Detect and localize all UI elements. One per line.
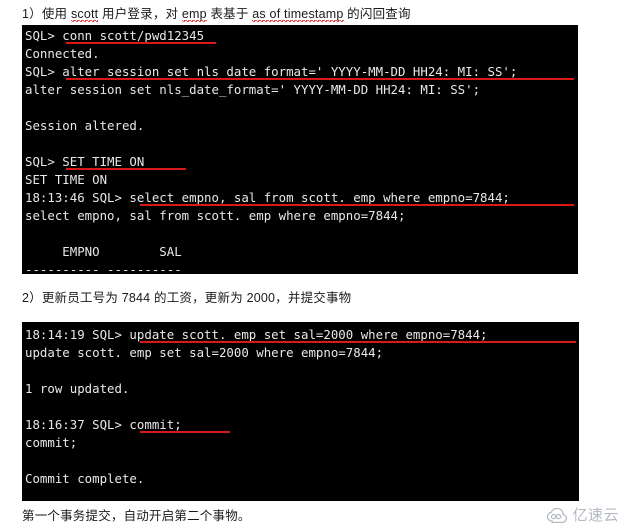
note-1-segment-6: as of timestamp — [252, 7, 344, 22]
terminal-1-line-8-text: SQL> SET TIME ON — [25, 154, 145, 169]
terminal-2-line-3-text — [25, 363, 32, 378]
terminal-1-line-14-text: ---------- ---------- — [25, 262, 182, 274]
terminal-1-line-12 — [22, 225, 578, 243]
terminal-1-line-9: SET TIME ON — [22, 171, 578, 189]
cloud-icon — [546, 507, 568, 523]
terminal-1-line-10: 18:13:46 SQL> select empno, sal from sco… — [22, 189, 578, 207]
terminal-1-line-7 — [22, 135, 578, 153]
terminal-2-line-9-text: Commit complete. — [25, 471, 145, 486]
note-1-segment-7: 的闪回查询 — [343, 7, 411, 21]
terminal-2-line-5-text — [25, 399, 32, 414]
note-1-segment-4: emp — [181, 7, 207, 22]
terminal-2-line-4-text: 1 row updated. — [25, 381, 130, 396]
note-1-segment-3: 用户登录，对 — [98, 7, 182, 21]
note-paragraph-2: 2）更新员工号为 7844 的工资，更新为 2000，并提交事物 — [22, 290, 351, 306]
terminal-2-line-6-text: 18:16:37 SQL> commit; — [25, 417, 182, 432]
terminal-1-line-2-text: Connected. — [25, 46, 100, 61]
terminal-1-line-5-text — [25, 100, 32, 115]
terminal-2-line-2: update scott. emp set sal=2000 where emp… — [22, 344, 579, 362]
watermark: 亿速云 — [546, 504, 619, 525]
terminal-1-line-8: SQL> SET TIME ON — [22, 153, 578, 171]
terminal-1-line-11-text: select empno, sal from scott. emp where … — [25, 208, 406, 223]
terminal-2-line-7-text: commit; — [25, 435, 78, 450]
terminal-2-line-9: Commit complete. — [22, 470, 579, 488]
terminal-2-line-2-text: update scott. emp set sal=2000 where emp… — [25, 345, 384, 360]
terminal-2-line-8 — [22, 452, 579, 470]
note-2-segment-1: 2）更新员工号为 7844 的工资，更新为 2000，并提交事物 — [22, 291, 352, 305]
terminal-1-line-6: Session altered. — [22, 117, 578, 135]
terminal-2-line-7: commit; — [22, 434, 579, 452]
terminal-1-line-1-text: SQL> conn scott/pwd12345 — [25, 28, 205, 43]
terminal-session-update-commit[interactable]: 18:14:19 SQL> update scott. emp set sal=… — [22, 322, 579, 501]
terminal-1-line-1: SQL> conn scott/pwd12345 — [22, 27, 578, 45]
terminal-1-line-6-text: Session altered. — [25, 118, 145, 133]
terminal-1-line-3-text: SQL> alter session set nls_date_format='… — [25, 64, 518, 79]
note-paragraph-1: 1）使用 scott 用户登录，对 emp 表基于 as of timestam… — [22, 6, 411, 22]
terminal-2-line-1: 18:14:19 SQL> update scott. emp set sal=… — [22, 326, 579, 344]
terminal-1-line-13: EMPNO SAL — [22, 243, 578, 261]
terminal-1-line-4: alter session set nls_date_format=' YYYY… — [22, 81, 578, 99]
terminal-1-line-3: SQL> alter session set nls_date_format='… — [22, 63, 578, 81]
terminal-2-line-8-text — [25, 453, 32, 468]
note-3-segment-1: 第一个事务提交，自动开启第二个事物。 — [22, 509, 251, 523]
note-1-segment-5: 表基于 — [206, 7, 253, 21]
note-1-segment-2: scott — [70, 7, 99, 22]
watermark-text: 亿速云 — [572, 507, 619, 524]
terminal-1-line-11: select empno, sal from scott. emp where … — [22, 207, 578, 225]
terminal-1-line-10-text: 18:13:46 SQL> select empno, sal from sco… — [25, 190, 510, 205]
terminal-1-line-12-text — [25, 226, 32, 241]
terminal-2-line-6: 18:16:37 SQL> commit; — [22, 416, 579, 434]
terminal-2-line-4: 1 row updated. — [22, 380, 579, 398]
note-paragraph-3: 第一个事务提交，自动开启第二个事物。 — [22, 508, 251, 524]
terminal-1-line-5 — [22, 99, 578, 117]
terminal-1-line-7-text — [25, 136, 32, 151]
note-1-segment-1: 1）使用 — [22, 7, 71, 21]
terminal-1-line-13-text: EMPNO SAL — [25, 244, 182, 259]
terminal-2-line-5 — [22, 398, 579, 416]
terminal-1-line-4-text: alter session set nls_date_format=' YYYY… — [25, 82, 481, 97]
terminal-2-line-1-text: 18:14:19 SQL> update scott. emp set sal=… — [25, 327, 488, 342]
terminal-2-line-3 — [22, 362, 579, 380]
terminal-session-flashback-query[interactable]: SQL> conn scott/pwd12345 Connected. SQL> a… — [22, 25, 578, 274]
terminal-1-line-2: Connected. — [22, 45, 578, 63]
terminal-1-line-9-text: SET TIME ON — [25, 172, 108, 187]
terminal-1-line-14: ---------- ---------- — [22, 261, 578, 274]
